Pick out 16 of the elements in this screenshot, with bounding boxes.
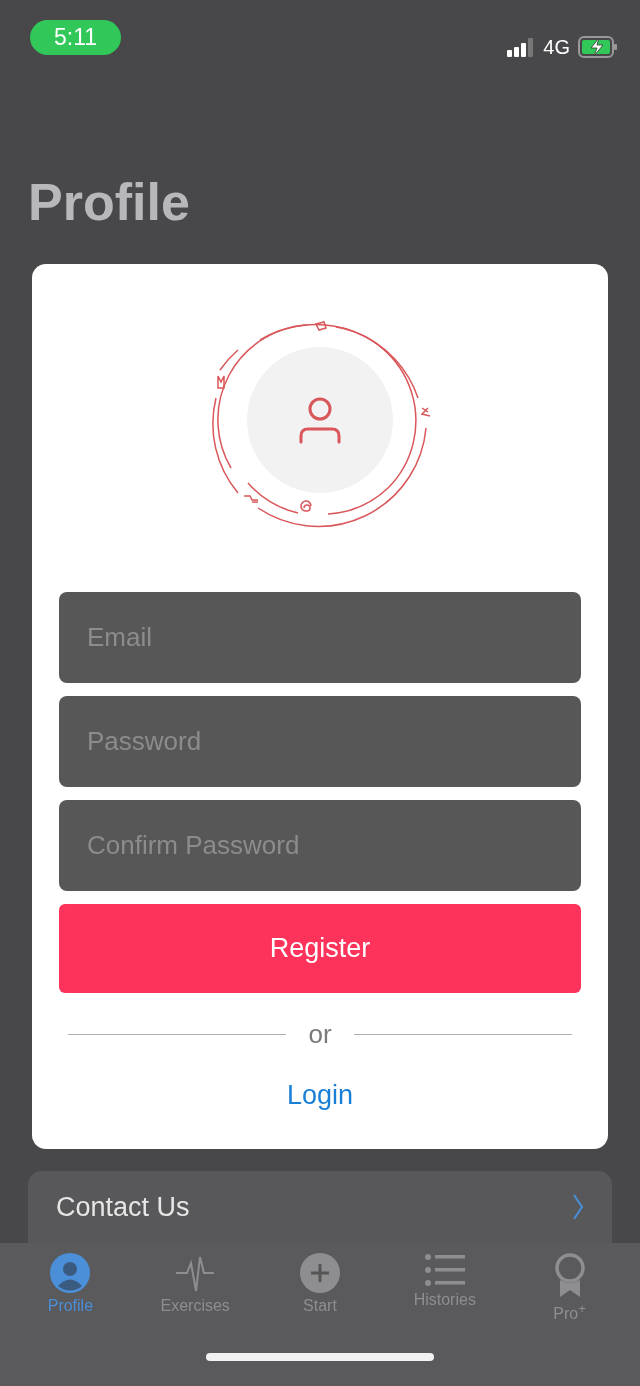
login-link[interactable]: Login	[286, 1080, 354, 1111]
signal-icon	[507, 37, 536, 57]
plus-icon	[300, 1253, 340, 1293]
tab[interactable]: Profile	[15, 1253, 126, 1324]
ribbon-icon	[552, 1253, 587, 1297]
page-title: Profile	[28, 172, 191, 232]
chevron-icon	[572, 1194, 584, 1220]
profile-icon	[50, 1253, 91, 1293]
status-time: 5:11	[30, 19, 122, 55]
register-button[interactable]: Register	[59, 904, 581, 993]
network-label: 4G	[543, 35, 570, 59]
list-icon	[424, 1253, 465, 1287]
divider-label: or	[308, 1019, 332, 1050]
list-row[interactable]: Contact Us	[28, 1171, 612, 1243]
row-label: Contact Us	[56, 1191, 190, 1223]
battery-icon	[578, 36, 618, 58]
